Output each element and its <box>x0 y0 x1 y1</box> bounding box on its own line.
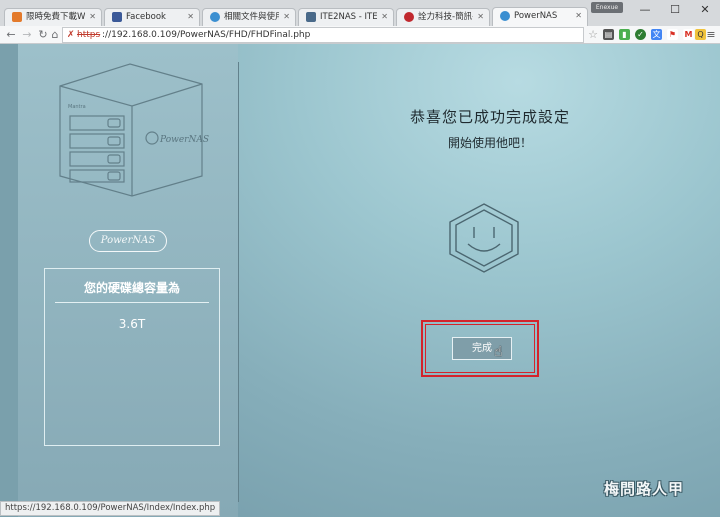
url-path: ://192.168.0.109/PowerNAS/FHD/FHDFinal.p… <box>102 30 311 40</box>
browser-tab-active[interactable]: PowerNAS ✕ <box>492 7 588 26</box>
profile-badge[interactable]: Enexue <box>591 2 623 13</box>
powernas-page: PowerNAS Mantra PowerNAS 您的硬碟總容量為 3.6T 恭… <box>0 44 720 517</box>
translate-icon[interactable]: 文 <box>651 29 662 40</box>
bookmark-star-icon[interactable]: ☆ <box>586 28 600 42</box>
tab-close-icon[interactable]: ✕ <box>381 11 388 23</box>
tab-title: ITE2NAS - ITE2NAS <box>320 12 377 22</box>
powernas-logo: PowerNAS <box>89 230 167 252</box>
browser-toolbar: ← → ↻ ⌂ ✗ https ://192.168.0.109/PowerNA… <box>0 26 720 44</box>
back-icon[interactable]: ← <box>4 28 18 42</box>
done-button[interactable]: 完成 <box>452 337 512 360</box>
home-icon[interactable]: ⌂ <box>48 28 62 42</box>
smiley-hexagon-icon <box>449 203 519 273</box>
status-bar: https://192.168.0.109/PowerNAS/Index/Ind… <box>0 501 221 516</box>
url-scheme: https <box>77 30 101 40</box>
browser-tab[interactable]: 限時免費下載WinX ✕ <box>4 8 102 26</box>
tab-strip: 限時免費下載WinX ✕ Facebook ✕ 相關文件與使用手冊 ✕ ITE2… <box>0 0 720 26</box>
tab-favicon-icon <box>12 12 22 22</box>
check-icon[interactable]: ✓ <box>635 29 646 40</box>
browser-tab[interactable]: Facebook ✕ <box>104 8 200 26</box>
browser-tab[interactable]: 相關文件與使用手冊 ✕ <box>202 8 296 26</box>
cloud-icon <box>500 11 510 21</box>
browser-tab[interactable]: ITE2NAS - ITE2NAS ✕ <box>298 8 394 26</box>
browser-tab[interactable]: 詮力科技-簡訊平台 ✕ <box>396 8 490 26</box>
tab-title: 相關文件與使用手冊 <box>224 12 279 22</box>
ite-icon <box>306 12 316 22</box>
tab-close-icon[interactable]: ✕ <box>477 11 484 23</box>
nas-device-illustration: PowerNAS Mantra <box>59 63 209 197</box>
svg-text:Mantra: Mantra <box>68 104 86 110</box>
forward-icon[interactable]: → <box>20 28 34 42</box>
tab-close-icon[interactable]: ✕ <box>283 11 290 23</box>
capacity-value: 3.6T <box>118 317 146 331</box>
tab-title: 限時免費下載WinX <box>26 12 85 22</box>
left-edge <box>0 44 18 517</box>
capacity-title: 您的硬碟總容量為 <box>83 281 180 295</box>
gmail-icon[interactable]: M <box>683 29 694 40</box>
facebook-icon <box>112 12 122 22</box>
docs-icon[interactable]: ▤ <box>603 29 614 40</box>
nas-logo-text: PowerNAS <box>159 135 209 145</box>
watermark: 梅問路人甲 <box>604 480 685 498</box>
pin-icon[interactable]: ▮ <box>619 29 630 40</box>
congrats-heading: 恭喜您已成功完成設定 <box>409 108 570 126</box>
tab-title: PowerNAS <box>514 11 558 21</box>
cloud-icon <box>210 12 220 22</box>
tab-close-icon[interactable]: ✕ <box>575 10 582 22</box>
tab-title: 詮力科技-簡訊平台 <box>418 12 473 22</box>
flag-icon[interactable]: ⚑ <box>667 29 678 40</box>
tab-title: Facebook <box>126 12 166 22</box>
address-bar[interactable]: ✗ https ://192.168.0.109/PowerNAS/FHD/FH… <box>62 27 584 43</box>
sms-icon <box>404 12 414 22</box>
tab-close-icon[interactable]: ✕ <box>89 11 96 23</box>
capacity-box: 您的硬碟總容量為 3.6T <box>44 268 220 446</box>
close-window-icon[interactable]: ✕ <box>690 0 720 20</box>
maximize-icon[interactable]: ☐ <box>660 0 690 20</box>
vertical-divider <box>238 62 239 502</box>
menu-icon[interactable]: ≡ <box>705 28 717 42</box>
tab-close-icon[interactable]: ✕ <box>187 11 194 23</box>
insecure-lock-icon: ✗ <box>67 30 75 40</box>
capacity-divider <box>55 302 209 303</box>
congrats-subtitle: 開始使用他吧！ <box>447 136 532 150</box>
hand-cursor-icon: ☝ <box>494 344 503 360</box>
minimize-icon[interactable]: — <box>630 0 660 20</box>
